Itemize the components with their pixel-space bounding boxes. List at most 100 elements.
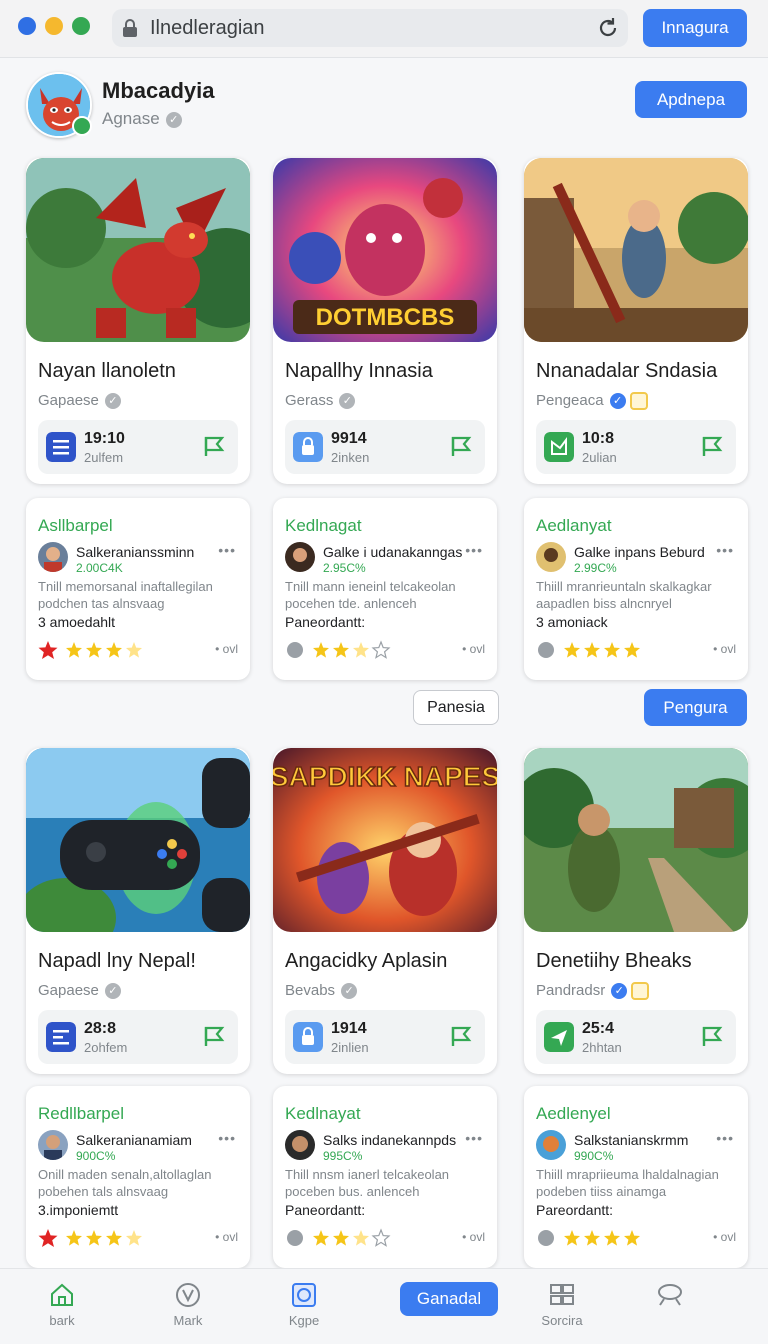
- game-card[interactable]: SAPDIKK NAPES Angacidky Aplasin Bevabs ✓ …: [273, 748, 497, 1074]
- more-options-icon[interactable]: •••: [465, 1130, 483, 1146]
- lock-icon: [123, 19, 137, 37]
- review-footer: Paneordantt:: [285, 614, 366, 630]
- game-title[interactable]: Nnanadalar Sndasia: [536, 360, 717, 383]
- more-options-icon[interactable]: •••: [465, 542, 483, 558]
- game-category: Bevabs ✓: [285, 982, 358, 1000]
- review-body: Thiill mranrieuntaln skalkagkar aapadlen…: [536, 579, 712, 611]
- review-card[interactable]: Asllbarpel Salkeranianssminn 2.00C4K •••…: [26, 498, 250, 680]
- url-bar[interactable]: Ilnedleragian: [112, 9, 628, 47]
- more-options-icon[interactable]: •••: [218, 1130, 236, 1146]
- more-options-icon[interactable]: •••: [716, 1130, 734, 1146]
- reload-icon[interactable]: [596, 16, 620, 40]
- game-title[interactable]: Denetiihy Bheaks: [536, 950, 692, 973]
- more-options-icon[interactable]: •••: [218, 542, 236, 558]
- game-thumbnail[interactable]: [524, 748, 748, 932]
- bookmark-flag-icon[interactable]: [447, 1022, 475, 1050]
- nav-item-home[interactable]: bark: [22, 1281, 102, 1337]
- reviewer-avatar[interactable]: [285, 542, 315, 572]
- verified-icon: ✓: [104, 393, 121, 410]
- verified-icon: ✓: [165, 111, 182, 128]
- lock-icon: [293, 432, 323, 462]
- review-card[interactable]: Aedlanyat Galke inpans Beburd 2.99C% •••…: [524, 498, 748, 680]
- bookmark-flag-icon[interactable]: [200, 1022, 228, 1050]
- game-stat-box: 9914 2inken: [285, 420, 485, 474]
- reviewer-avatar[interactable]: [38, 1130, 68, 1160]
- review-card[interactable]: Kedlnayat Salks indanekannpds 995C% ••• …: [273, 1086, 497, 1268]
- secondary-button[interactable]: Panesia: [413, 690, 499, 725]
- window-close-dot[interactable]: [18, 17, 36, 35]
- stat-sub: 2ulfem: [84, 450, 124, 465]
- game-thumbnail[interactable]: [26, 748, 250, 932]
- game-stat-box: 28:8 2ohfem: [38, 1010, 238, 1064]
- reviewer-name[interactable]: Salkeranianssminn: [76, 544, 194, 560]
- game-stat-box: 25:4 2hhtan: [536, 1010, 736, 1064]
- browser-top-button[interactable]: Innagura: [643, 9, 747, 47]
- game-category-text: Gapaese: [38, 982, 99, 999]
- review-card[interactable]: Kedlnagat Galke i udanakanngas 2.95C% ••…: [273, 498, 497, 680]
- game-card[interactable]: Nayan llanoletn Gapaese ✓ 19:10 2ulfem: [26, 158, 250, 484]
- star-icon: [106, 1230, 122, 1246]
- star-icon: [66, 1230, 82, 1246]
- stat-value: 1914: [331, 1020, 367, 1037]
- game-art-text: DOTMBCBS: [316, 304, 455, 331]
- star-icon: [333, 1230, 349, 1246]
- game-card[interactable]: Denetiihy Bheaks Pandradsr ✓ 25:4 2hhtan: [524, 748, 748, 1074]
- reviewer-avatar[interactable]: [285, 1130, 315, 1160]
- review-card[interactable]: Aedlenyel Salkstanianskrmm 990C% ••• Thi…: [524, 1086, 748, 1268]
- stat-value: 10:8: [582, 430, 615, 447]
- game-thumbnail[interactable]: [26, 158, 250, 342]
- verified-icon: ✓: [609, 393, 626, 410]
- list-icon: [46, 1022, 76, 1052]
- star-rating: [538, 1230, 640, 1246]
- game-title[interactable]: Napallhy Innasia: [285, 360, 433, 383]
- reviewer-name[interactable]: Salkstanianskrmm: [574, 1132, 688, 1148]
- gold-badge-icon: [629, 392, 648, 411]
- bookmark-flag-icon[interactable]: [447, 432, 475, 460]
- star-outline-icon: [126, 1230, 142, 1246]
- game-title[interactable]: Napadl lny Nepal!: [38, 950, 196, 973]
- reviewer-avatar[interactable]: [38, 542, 68, 572]
- review-meta: • ovl: [713, 642, 736, 656]
- review-card[interactable]: Redllbarpel Salkeranianamiam 900C% ••• O…: [26, 1086, 250, 1268]
- primary-button[interactable]: Pengura: [644, 689, 747, 726]
- game-title[interactable]: Angacidky Aplasin: [285, 950, 447, 973]
- review-meta: • ovl: [462, 642, 485, 656]
- more-options-icon[interactable]: •••: [716, 542, 734, 558]
- nav-item-sorcira[interactable]: Sorcira: [522, 1281, 602, 1337]
- game-thumbnail[interactable]: DOTMBCBS: [273, 158, 497, 342]
- game-thumbnail[interactable]: [524, 158, 748, 342]
- nav-item-mark[interactable]: Mark: [148, 1281, 228, 1337]
- bookmark-flag-icon[interactable]: [200, 432, 228, 460]
- reviewer-avatar[interactable]: [536, 1130, 566, 1160]
- window-minimize-dot[interactable]: [45, 17, 63, 35]
- verified-icon: ✓: [104, 983, 121, 1000]
- nav-item-search[interactable]: [630, 1281, 710, 1337]
- game-category: Pandradsr ✓: [536, 982, 650, 1001]
- stat-value: 25:4: [582, 1020, 615, 1037]
- reviewer-name[interactable]: Salkeranianamiam: [76, 1132, 192, 1148]
- reviewer-name[interactable]: Galke i udanakanngas: [323, 544, 462, 560]
- game-thumbnail[interactable]: SAPDIKK NAPES: [273, 748, 497, 932]
- game-category-text: Pandradsr: [536, 982, 606, 999]
- star-icon: [106, 642, 122, 658]
- bookmark-flag-icon[interactable]: [698, 1022, 726, 1050]
- reviewer-name[interactable]: Salks indanekannpds: [323, 1132, 456, 1148]
- game-stat-box: 10:8 2ulian: [536, 420, 736, 474]
- stat-sub: 2inlien: [331, 1040, 369, 1055]
- bookmark-flag-icon[interactable]: [698, 432, 726, 460]
- game-card[interactable]: DOTMBCBS Napallhy Innasia Gerass ✓ 9914 2…: [273, 158, 497, 484]
- game-card[interactable]: Napadl lny Nepal! Gapaese ✓ 28:8 2ohfem: [26, 748, 250, 1074]
- reviewer-name[interactable]: Galke inpans Beburd: [574, 544, 705, 560]
- review-footer: Pareordantt:: [536, 1202, 614, 1218]
- game-title[interactable]: Nayan llanoletn: [38, 360, 176, 383]
- window-maximize-dot[interactable]: [72, 17, 90, 35]
- reviewer-percent: 2.99C%: [574, 561, 617, 575]
- reviewer-avatar[interactable]: [536, 542, 566, 572]
- profile-action-button[interactable]: Apdnepa: [635, 81, 747, 118]
- profile-subtitle-text: Agnase: [102, 109, 160, 128]
- game-art-text: SAPDIKK NAPES: [273, 761, 497, 792]
- game-stat-box: 19:10 2ulfem: [38, 420, 238, 474]
- game-card[interactable]: Nnanadalar Sndasia Pengeaca ✓ 10:8 2ulian: [524, 158, 748, 484]
- nav-primary-button[interactable]: Ganadal: [400, 1282, 498, 1316]
- nav-item-kgpe[interactable]: Kgpe: [264, 1281, 344, 1337]
